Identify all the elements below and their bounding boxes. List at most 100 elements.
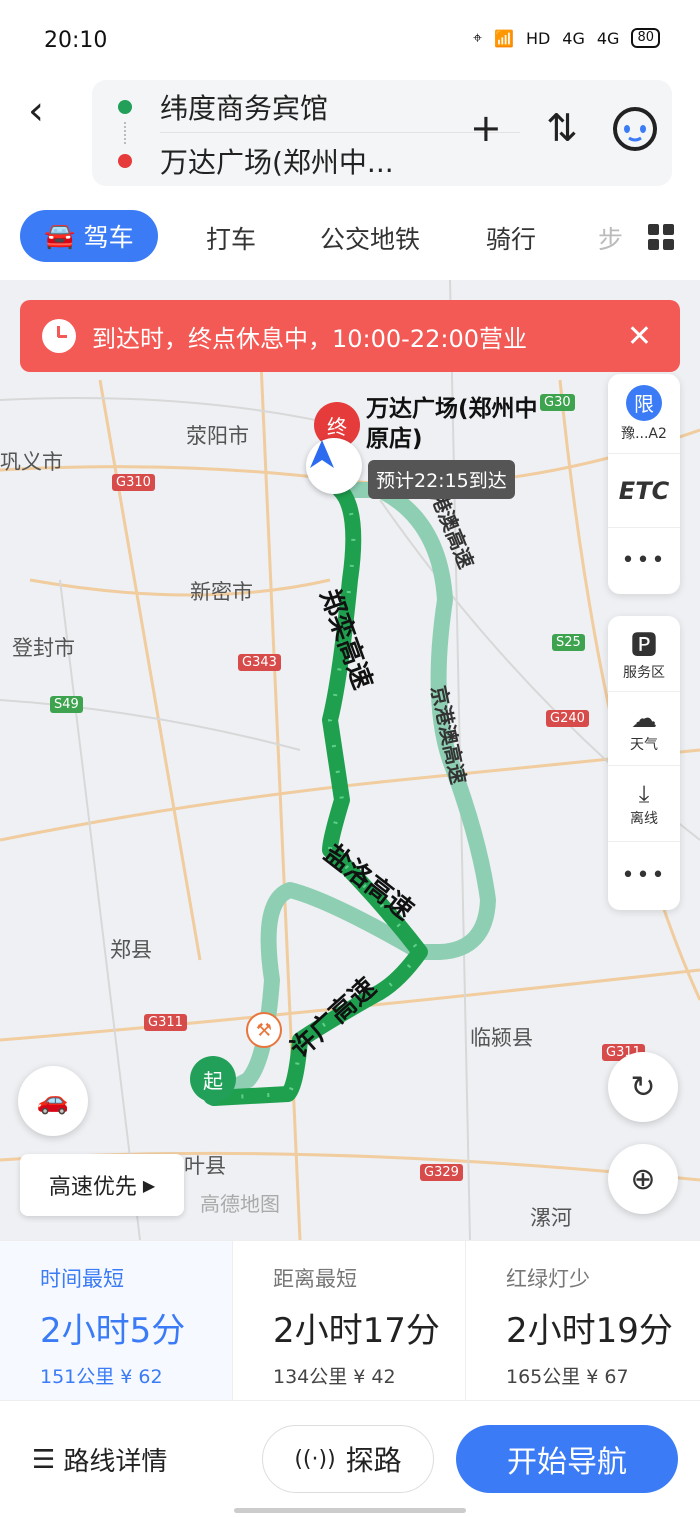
route-option-shortest[interactable]: 距离最短 2小时17分 134公里 ¥ 42 <box>233 1241 466 1401</box>
status-icons: ⌖ 📶 HD 4G 4G 80 <box>473 28 660 48</box>
swap-button[interactable]: ⇅ <box>546 106 578 150</box>
wifi-icon: 📶 <box>494 28 514 48</box>
home-indicator <box>234 1508 466 1513</box>
city-label: 临颍县 <box>470 1026 533 1050</box>
service-area-button[interactable]: 🅿 服务区 <box>608 616 680 692</box>
service-area-label: 服务区 <box>623 665 665 681</box>
route-option-fewer-lights[interactable]: 红绿灯少 2小时19分 165公里 ¥ 67 <box>466 1241 699 1401</box>
tab-taxi[interactable]: 打车 <box>206 220 256 256</box>
restriction-icon: 限 <box>626 384 662 421</box>
destination-dot-icon <box>118 154 132 168</box>
start-navigation-button[interactable]: 开始导航 <box>456 1425 678 1493</box>
locate-icon: ⊕ <box>630 1161 656 1197</box>
highway-badge: S49 <box>50 696 83 713</box>
locate-button[interactable]: ⊕ <box>608 1144 678 1214</box>
highway-badge: G329 <box>420 1164 463 1181</box>
add-waypoint-button[interactable]: + <box>470 106 502 150</box>
tab-drive[interactable]: 🚘 驾车 <box>20 210 158 262</box>
route-header: ‹ 纬度商务宾馆 万达广场(郑州中... + ⇅ <box>0 80 700 200</box>
destination-row[interactable]: 万达广场(郑州中... <box>92 136 394 186</box>
etc-icon: ETC <box>618 476 670 505</box>
start-marker[interactable]: 起 <box>190 1056 236 1102</box>
origin-field[interactable]: 纬度商务宾馆 <box>160 87 328 127</box>
highway-preference-label: 高速优先 <box>48 1175 137 1200</box>
refresh-icon: ↻ <box>630 1069 656 1105</box>
offline-button[interactable]: ⤓ 离线 <box>608 766 680 842</box>
probe-route-button[interactable]: ((·)) 探路 <box>262 1425 434 1493</box>
map-view[interactable]: 到达时，终点休息中，10:00-22:00营业 ✕ 荥阳市 巩义市 新密市 登封… <box>0 280 700 1240</box>
refresh-button[interactable]: ↻ <box>608 1052 678 1122</box>
car-phone-icon: 🚗 <box>36 1086 70 1116</box>
tab-bike[interactable]: 骑行 <box>486 220 536 256</box>
option-label: 距离最短 <box>273 1267 357 1291</box>
highway-badge: G311 <box>144 1014 187 1031</box>
option-label: 时间最短 <box>40 1267 124 1291</box>
option-meta: 151公里 ¥ 62 <box>40 1366 163 1388</box>
side-panel-restrict: 限 豫...A2 ETC ••• <box>608 374 680 594</box>
current-location-icon <box>306 438 362 494</box>
mode-tabs: 🚘 驾车 打车 公交地铁 骑行 步 <box>0 200 700 280</box>
battery-icon: 80 <box>631 28 660 48</box>
highway-preference-button[interactable]: 高速优先 ▶ <box>20 1154 184 1216</box>
status-time: 20:10 <box>44 28 108 53</box>
option-meta: 165公里 ¥ 67 <box>506 1366 629 1388</box>
back-icon[interactable]: ‹ <box>28 88 44 134</box>
origin-row[interactable]: 纬度商务宾馆 <box>92 82 328 132</box>
vehicle-switch-button[interactable]: 🚗 <box>18 1066 88 1136</box>
origin-dot-icon <box>118 100 132 114</box>
route-details-label: 路线详情 <box>63 1447 168 1477</box>
more-button[interactable]: ••• <box>608 528 680 592</box>
alert-text: 到达时，终点休息中，10:00-22:00营业 <box>92 324 527 353</box>
route-option-fastest[interactable]: 时间最短 2小时5分 151公里 ¥ 62 <box>0 1241 233 1401</box>
option-label: 红绿灯少 <box>506 1267 590 1291</box>
destination-label: 万达广场(郑州中原店) <box>366 396 538 452</box>
city-label: 漯河 <box>530 1206 572 1230</box>
more-icon: ••• <box>621 547 667 573</box>
signal-icon-2: 4G <box>596 28 620 48</box>
restriction-label: 豫...A2 <box>621 425 667 442</box>
list-icon: ☰ <box>32 1444 56 1475</box>
location-icon: ⌖ <box>473 28 483 47</box>
status-bar: 20:10 ⌖ 📶 HD 4G 4G 80 <box>0 0 700 80</box>
option-meta: 134公里 ¥ 42 <box>273 1366 396 1388</box>
city-label: 郑县 <box>110 938 152 962</box>
parking-icon: 🅿 <box>630 631 657 661</box>
tab-transit[interactable]: 公交地铁 <box>320 220 420 256</box>
weather-label: 天气 <box>630 736 658 753</box>
weather-button[interactable]: ☁ 天气 <box>608 692 680 766</box>
action-bar: ☰ 路线详情 ((·)) 探路 开始导航 <box>0 1400 700 1517</box>
side-panel-tools: 🅿 服务区 ☁ 天气 ⤓ 离线 ••• <box>608 616 680 910</box>
route-details-button[interactable]: ☰ 路线详情 <box>32 1441 167 1478</box>
highway-badge: G343 <box>238 654 281 671</box>
city-label: 新密市 <box>190 580 253 604</box>
city-label: 荥阳市 <box>186 424 249 448</box>
city-label: 巩义市 <box>0 450 63 474</box>
download-icon: ⤓ <box>638 779 650 808</box>
clock-icon <box>42 319 76 353</box>
offline-label: 离线 <box>630 810 658 827</box>
highway-badge: S25 <box>552 634 585 651</box>
more-tools-button[interactable]: ••• <box>608 842 680 908</box>
play-arrow-icon: ▶ <box>142 1175 156 1195</box>
eta-badge: 预计22:15到达 <box>368 460 515 499</box>
construction-icon[interactable]: ⚒ <box>246 1012 282 1048</box>
more-icon: ••• <box>621 862 667 888</box>
car-icon: 🚘 <box>44 221 76 250</box>
cloud-icon: ☁ <box>631 703 657 734</box>
probe-route-label: 探路 <box>345 1444 402 1477</box>
closing-alert-banner[interactable]: 到达时，终点休息中，10:00-22:00营业 ✕ <box>20 300 680 372</box>
destination-field[interactable]: 万达广场(郑州中... <box>160 141 394 181</box>
etc-button[interactable]: ETC <box>608 454 680 528</box>
city-label: 叶县 <box>184 1154 226 1178</box>
divider <box>160 132 520 133</box>
tab-drive-label: 驾车 <box>83 223 134 252</box>
highway-badge: G240 <box>546 710 589 727</box>
restriction-button[interactable]: 限 豫...A2 <box>608 374 680 454</box>
close-icon[interactable]: ✕ <box>627 319 652 354</box>
map-watermark: 高德地图 <box>200 1192 280 1216</box>
signal-icon: 4G <box>562 28 585 48</box>
more-modes-icon[interactable] <box>648 224 674 250</box>
city-label: 登封市 <box>12 636 75 660</box>
tab-walk[interactable]: 步 <box>598 220 623 256</box>
assistant-icon[interactable] <box>610 102 660 161</box>
